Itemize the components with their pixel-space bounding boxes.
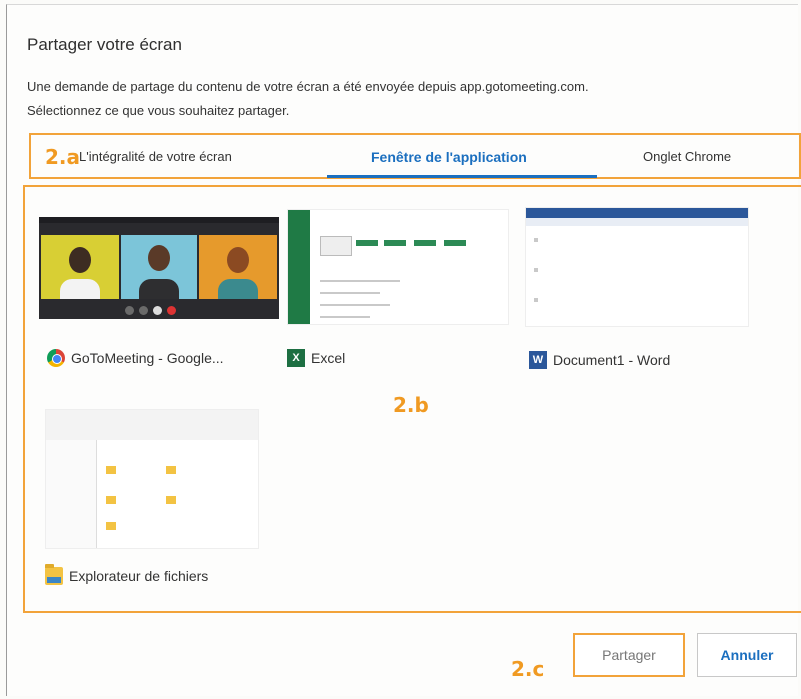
participant-avatar <box>69 247 91 273</box>
window-item-gotomeeting[interactable]: GoToMeeting - Google... <box>47 349 224 367</box>
window-label: Explorateur de fichiers <box>69 568 209 584</box>
selected-tab-indicator <box>327 175 597 178</box>
excel-sidebar <box>288 210 310 324</box>
explorer-nav-pane <box>46 440 97 548</box>
excel-row <box>320 292 380 294</box>
window-thumbnail-gotomeeting[interactable] <box>39 217 279 319</box>
meeting-titlebar <box>39 217 279 223</box>
folder-icon <box>166 496 176 504</box>
excel-row <box>320 304 390 306</box>
window-thumbnail-word[interactable] <box>525 207 749 327</box>
participant-tile <box>121 235 197 299</box>
window-label: GoToMeeting - Google... <box>71 350 224 366</box>
annotation-2b: 2.b <box>393 393 429 417</box>
tab-application-window[interactable]: Fenêtre de l'application <box>371 149 527 165</box>
window-label: Document1 - Word <box>553 352 671 368</box>
meeting-control-icon <box>153 306 162 315</box>
window-item-word[interactable]: W Document1 - Word <box>529 351 670 369</box>
excel-tile <box>414 240 436 246</box>
dialog-description: Une demande de partage du contenu de vot… <box>27 79 589 94</box>
tab-entire-screen[interactable]: L'intégralité de votre écran <box>79 149 232 164</box>
word-icon: W <box>529 351 547 369</box>
window-item-excel[interactable]: X Excel <box>287 349 345 367</box>
excel-icon: X <box>287 349 305 367</box>
excel-tile <box>356 240 378 246</box>
word-ribbon <box>526 218 748 226</box>
participant-tile <box>41 235 119 299</box>
participant-tile <box>199 235 277 299</box>
tab-chrome-tab[interactable]: Onglet Chrome <box>643 149 731 164</box>
participant-avatar <box>148 245 170 271</box>
word-mark <box>534 238 538 242</box>
window-thumbnail-explorer[interactable] <box>45 409 259 549</box>
window-grid: 2.b GoToMeeting - Google... X Excel W Do… <box>23 185 801 613</box>
share-button[interactable]: Partager <box>573 633 685 677</box>
annotation-2c: 2.c <box>511 657 545 681</box>
participant-avatar <box>227 247 249 273</box>
folder-icon <box>106 466 116 474</box>
word-titlebar <box>526 208 748 218</box>
folder-icon <box>45 564 63 585</box>
dialog-instruction: Sélectionnez ce que vous souhaitez parta… <box>27 103 290 118</box>
window-thumbnail-excel[interactable] <box>287 209 509 325</box>
cancel-button[interactable]: Annuler <box>697 633 797 677</box>
word-mark <box>534 298 538 302</box>
folder-icon <box>166 466 176 474</box>
window-label: Excel <box>311 350 346 366</box>
meeting-control-icon <box>125 306 134 315</box>
word-mark <box>534 268 538 272</box>
window-item-explorer[interactable]: Explorateur de fichiers <box>45 564 209 585</box>
folder-icon <box>106 496 116 504</box>
meeting-control-icon <box>139 306 148 315</box>
excel-tile <box>320 236 352 256</box>
participant-body <box>218 279 258 299</box>
folder-icon <box>106 522 116 530</box>
excel-tile <box>444 240 466 246</box>
excel-row <box>320 316 370 318</box>
share-screen-dialog: Partager votre écran Une demande de part… <box>6 4 801 696</box>
excel-row <box>320 280 400 282</box>
participant-body <box>139 279 179 299</box>
meeting-control-icon <box>167 306 176 315</box>
dialog-title: Partager votre écran <box>27 35 182 54</box>
tab-bar: 2.a L'intégralité de votre écran Fenêtre… <box>29 133 801 179</box>
chrome-icon <box>47 349 65 367</box>
explorer-ribbon <box>46 410 258 440</box>
annotation-2a: 2.a <box>45 145 81 169</box>
excel-tile <box>384 240 406 246</box>
participant-body <box>60 279 100 299</box>
